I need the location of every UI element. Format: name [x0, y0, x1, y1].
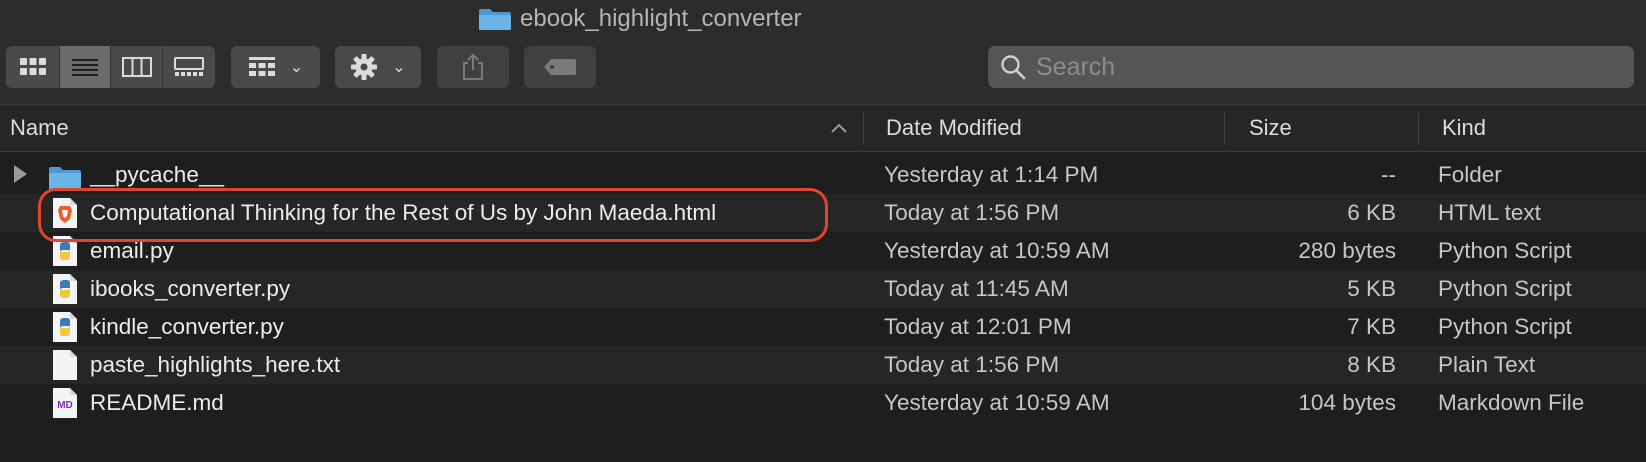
- columns-icon: [121, 57, 152, 77]
- file-kind: Python Script: [1438, 314, 1572, 339]
- file-list: __pycache__ Yesterday at 1:14 PM -- Fold…: [0, 156, 1646, 422]
- window-title: ebook_highlight_converter: [478, 4, 802, 34]
- file-size: --: [1381, 162, 1396, 187]
- icon-view-button[interactable]: [6, 46, 61, 88]
- file-size: 280 bytes: [1298, 238, 1396, 263]
- file-kind: HTML text: [1438, 200, 1541, 225]
- share-button[interactable]: [437, 46, 509, 88]
- file-row-paste-highlights[interactable]: paste_highlights_here.txt Today at 1:56 …: [0, 346, 1646, 384]
- gallery-view-button[interactable]: [163, 46, 215, 88]
- window-title-text: ebook_highlight_converter: [520, 5, 802, 32]
- disclosure-triangle-icon[interactable]: [14, 165, 27, 183]
- column-divider[interactable]: [863, 113, 864, 145]
- markdown-file-icon: MD: [53, 388, 77, 418]
- column-header-size[interactable]: Size: [1249, 105, 1292, 151]
- file-row-readme[interactable]: MD README.md Yesterday at 10:59 AM 104 b…: [0, 384, 1646, 422]
- list-view-button[interactable]: [60, 46, 112, 88]
- file-row-email[interactable]: email.py Yesterday at 10:59 AM 280 bytes…: [0, 232, 1646, 270]
- sort-ascending-icon[interactable]: [830, 105, 848, 151]
- chevron-down-icon: ⌄: [392, 59, 406, 76]
- search-field[interactable]: Search: [988, 46, 1634, 88]
- column-divider[interactable]: [1418, 113, 1419, 145]
- file-row-ibooks[interactable]: ibooks_converter.py Today at 11:45 AM 5 …: [0, 270, 1646, 308]
- column-view-button[interactable]: [111, 46, 163, 88]
- share-icon: [463, 53, 483, 80]
- view-mode-control[interactable]: [6, 46, 215, 88]
- file-size: 5 KB: [1347, 276, 1396, 301]
- file-row-html[interactable]: Computational Thinking for the Rest of U…: [0, 194, 1646, 232]
- file-size: 104 bytes: [1298, 390, 1396, 415]
- search-placeholder: Search: [1036, 52, 1116, 81]
- finder-window: ebook_highlight_converter ⌄ ⌄ Search Nam…: [0, 0, 1646, 462]
- file-kind: Plain Text: [1438, 352, 1536, 377]
- toolbar: ebook_highlight_converter ⌄ ⌄ Search: [0, 0, 1646, 105]
- file-kind: Markdown File: [1438, 390, 1585, 415]
- file-size: 8 KB: [1347, 352, 1396, 377]
- file-size: 7 KB: [1347, 314, 1396, 339]
- column-header-name[interactable]: Name: [10, 105, 69, 151]
- folder-icon: [479, 9, 511, 30]
- file-kind: Python Script: [1438, 276, 1572, 301]
- file-name: kindle_converter.py: [90, 314, 284, 339]
- svg-text:MD: MD: [57, 400, 73, 411]
- folder-icon: [49, 167, 81, 190]
- file-name: __pycache__: [90, 162, 224, 187]
- file-name: ibooks_converter.py: [90, 276, 291, 301]
- chevron-down-icon: ⌄: [289, 59, 304, 76]
- column-header-date[interactable]: Date Modified: [886, 105, 1022, 151]
- file-date: Today at 12:01 PM: [884, 314, 1072, 339]
- action-menu-button[interactable]: ⌄: [335, 46, 421, 88]
- file-row-kindle[interactable]: kindle_converter.py Today at 12:01 PM 7 …: [0, 308, 1646, 346]
- python-file-icon: [53, 236, 77, 266]
- file-date: Today at 1:56 PM: [884, 352, 1060, 377]
- tag-icon: [544, 59, 576, 75]
- icon-grid-icon: [19, 58, 46, 75]
- file-date: Yesterday at 1:14 PM: [884, 162, 1099, 187]
- column-header-row: Name Date Modified Size Kind: [0, 105, 1646, 152]
- python-file-icon: [53, 274, 77, 304]
- file-date: Yesterday at 10:59 AM: [884, 390, 1110, 415]
- python-file-icon: [53, 312, 77, 342]
- column-header-kind[interactable]: Kind: [1442, 105, 1486, 151]
- file-date: Today at 11:45 AM: [884, 276, 1069, 301]
- file-date: Yesterday at 10:59 AM: [884, 238, 1110, 263]
- file-size: 6 KB: [1347, 200, 1396, 225]
- file-name: email.py: [90, 238, 174, 263]
- file-name: Computational Thinking for the Rest of U…: [90, 200, 717, 225]
- file-row-pycache[interactable]: __pycache__ Yesterday at 1:14 PM -- Fold…: [0, 156, 1646, 194]
- html-file-icon: [53, 198, 77, 228]
- gear-icon: [351, 54, 378, 80]
- file-name: paste_highlights_here.txt: [90, 352, 341, 377]
- tag-button[interactable]: [524, 46, 596, 88]
- file-kind: Folder: [1438, 162, 1502, 187]
- list-icon: [72, 59, 99, 76]
- group-by-button[interactable]: ⌄: [231, 46, 320, 88]
- column-divider[interactable]: [1224, 113, 1225, 145]
- group-icon: [248, 57, 275, 76]
- file-kind: Python Script: [1438, 238, 1572, 263]
- file-date: Today at 1:56 PM: [884, 200, 1060, 225]
- gallery-icon: [173, 57, 204, 76]
- text-file-icon: [53, 350, 77, 380]
- file-name: README.md: [90, 390, 224, 415]
- search-icon: [1001, 55, 1026, 80]
